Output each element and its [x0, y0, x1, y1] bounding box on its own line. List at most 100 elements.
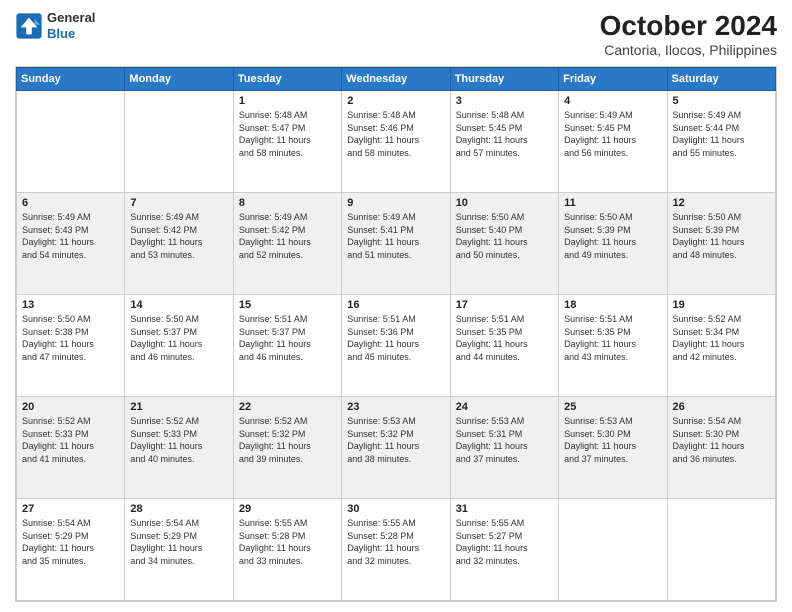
table-row: 14 Sunrise: 5:50 AM Sunset: 5:37 PM Dayli… [125, 295, 233, 397]
day-number: 20 [22, 401, 119, 413]
day-number: 29 [239, 503, 336, 515]
table-row: 25Sunrise: 5:53 AM Sunset: 5:30 PM Dayli… [559, 397, 667, 499]
table-row: 20 Sunrise: 5:52 AM Sunset: 5:33 PM Dayli… [17, 397, 125, 499]
day-number: 16 [347, 299, 444, 311]
table-row: 7Sunrise: 5:49 AM Sunset: 5:42 PM Daylig… [125, 193, 233, 295]
day-number: 3 [456, 95, 553, 107]
day-info: Sunrise: 5:55 AM Sunset: 5:27 PM Dayligh… [456, 517, 553, 567]
header-thursday: Thursday [450, 68, 558, 91]
day-info: Sunrise: 5:49 AM Sunset: 5:45 PM Dayligh… [564, 109, 661, 159]
day-info: Sunrise: 5:48 AM Sunset: 5:45 PM Dayligh… [456, 109, 553, 159]
table-row: 2Sunrise: 5:48 AM Sunset: 5:46 PM Daylig… [342, 91, 450, 193]
table-row: 1 Sunrise: 5:48 AM Sunset: 5:47 PM Daylig… [233, 91, 341, 193]
logo-line2: Blue [47, 26, 75, 41]
header-friday: Friday [559, 68, 667, 91]
table-row: 29 Sunrise: 5:55 AM Sunset: 5:28 PM Dayli… [233, 499, 341, 601]
day-number: 17 [456, 299, 553, 311]
day-number: 11 [564, 197, 661, 209]
day-info: Sunrise: 5:50 AM Sunset: 5:39 PM Dayligh… [673, 211, 770, 261]
day-number: 2 [347, 95, 444, 107]
table-row: 24Sunrise: 5:53 AM Sunset: 5:31 PM Dayli… [450, 397, 558, 499]
table-row: 27Sunrise: 5:54 AM Sunset: 5:29 PM Dayli… [17, 499, 125, 601]
day-info: Sunrise: 5:50 AM Sunset: 5:38 PM Dayligh… [22, 313, 119, 363]
table-row: 3 Sunrise: 5:48 AM Sunset: 5:45 PM Daylig… [450, 91, 558, 193]
table-row: 11 Sunrise: 5:50 AM Sunset: 5:39 PM Dayli… [559, 193, 667, 295]
day-info: Sunrise: 5:49 AM Sunset: 5:42 PM Dayligh… [130, 211, 227, 261]
day-number: 12 [673, 197, 770, 209]
logo: General Blue [15, 10, 95, 41]
weekday-header-row: Sunday Monday Tuesday Wednesday Thursday… [17, 68, 776, 91]
table-row [559, 499, 667, 601]
table-row: 23 Sunrise: 5:53 AM Sunset: 5:32 PM Dayli… [342, 397, 450, 499]
table-row [17, 91, 125, 193]
day-info: Sunrise: 5:55 AM Sunset: 5:28 PM Dayligh… [239, 517, 336, 567]
day-info: Sunrise: 5:52 AM Sunset: 5:34 PM Dayligh… [673, 313, 770, 363]
day-number: 28 [130, 503, 227, 515]
header: General Blue October 2024 Cantoria, Iloc… [15, 10, 777, 58]
day-info: Sunrise: 5:51 AM Sunset: 5:36 PM Dayligh… [347, 313, 444, 363]
header-tuesday: Tuesday [233, 68, 341, 91]
day-number: 6 [22, 197, 119, 209]
logo-text: General Blue [47, 10, 95, 41]
day-info: Sunrise: 5:49 AM Sunset: 5:41 PM Dayligh… [347, 211, 444, 261]
table-row: 31 Sunrise: 5:55 AM Sunset: 5:27 PM Dayli… [450, 499, 558, 601]
day-number: 10 [456, 197, 553, 209]
header-sunday: Sunday [17, 68, 125, 91]
table-row: 8 Sunrise: 5:49 AM Sunset: 5:42 PM Daylig… [233, 193, 341, 295]
day-info: Sunrise: 5:53 AM Sunset: 5:32 PM Dayligh… [347, 415, 444, 465]
day-number: 9 [347, 197, 444, 209]
calendar-week-row: 6 Sunrise: 5:49 AM Sunset: 5:43 PM Daylig… [17, 193, 776, 295]
title-section: October 2024 Cantoria, Ilocos, Philippin… [600, 10, 777, 58]
day-info: Sunrise: 5:52 AM Sunset: 5:33 PM Dayligh… [22, 415, 119, 465]
day-info: Sunrise: 5:52 AM Sunset: 5:32 PM Dayligh… [239, 415, 336, 465]
table-row: 15Sunrise: 5:51 AM Sunset: 5:37 PM Dayli… [233, 295, 341, 397]
table-row: 13 Sunrise: 5:50 AM Sunset: 5:38 PM Dayli… [17, 295, 125, 397]
table-row: 10 Sunrise: 5:50 AM Sunset: 5:40 PM Dayli… [450, 193, 558, 295]
day-info: Sunrise: 5:54 AM Sunset: 5:30 PM Dayligh… [673, 415, 770, 465]
day-number: 23 [347, 401, 444, 413]
header-monday: Monday [125, 68, 233, 91]
day-number: 5 [673, 95, 770, 107]
table-row: 18Sunrise: 5:51 AM Sunset: 5:35 PM Dayli… [559, 295, 667, 397]
logo-icon [15, 12, 43, 40]
day-number: 8 [239, 197, 336, 209]
table-row: 22 Sunrise: 5:52 AM Sunset: 5:32 PM Dayli… [233, 397, 341, 499]
day-number: 22 [239, 401, 336, 413]
day-number: 26 [673, 401, 770, 413]
day-info: Sunrise: 5:49 AM Sunset: 5:44 PM Dayligh… [673, 109, 770, 159]
day-info: Sunrise: 5:49 AM Sunset: 5:42 PM Dayligh… [239, 211, 336, 261]
day-info: Sunrise: 5:51 AM Sunset: 5:35 PM Dayligh… [456, 313, 553, 363]
day-info: Sunrise: 5:50 AM Sunset: 5:39 PM Dayligh… [564, 211, 661, 261]
day-number: 25 [564, 401, 661, 413]
day-number: 31 [456, 503, 553, 515]
table-row [125, 91, 233, 193]
day-number: 15 [239, 299, 336, 311]
day-info: Sunrise: 5:49 AM Sunset: 5:43 PM Dayligh… [22, 211, 119, 261]
day-number: 13 [22, 299, 119, 311]
page: General Blue October 2024 Cantoria, Iloc… [0, 0, 792, 612]
day-number: 1 [239, 95, 336, 107]
day-info: Sunrise: 5:48 AM Sunset: 5:47 PM Dayligh… [239, 109, 336, 159]
day-number: 27 [22, 503, 119, 515]
table-row: 21Sunrise: 5:52 AM Sunset: 5:33 PM Dayli… [125, 397, 233, 499]
month-title: October 2024 [600, 10, 777, 42]
day-number: 19 [673, 299, 770, 311]
table-row: 6 Sunrise: 5:49 AM Sunset: 5:43 PM Daylig… [17, 193, 125, 295]
table-row: 12 Sunrise: 5:50 AM Sunset: 5:39 PM Dayli… [667, 193, 775, 295]
calendar-week-row: 13 Sunrise: 5:50 AM Sunset: 5:38 PM Dayli… [17, 295, 776, 397]
day-info: Sunrise: 5:50 AM Sunset: 5:40 PM Dayligh… [456, 211, 553, 261]
day-info: Sunrise: 5:55 AM Sunset: 5:28 PM Dayligh… [347, 517, 444, 567]
day-info: Sunrise: 5:54 AM Sunset: 5:29 PM Dayligh… [130, 517, 227, 567]
header-wednesday: Wednesday [342, 68, 450, 91]
day-info: Sunrise: 5:51 AM Sunset: 5:35 PM Dayligh… [564, 313, 661, 363]
day-number: 30 [347, 503, 444, 515]
table-row: 26 Sunrise: 5:54 AM Sunset: 5:30 PM Dayli… [667, 397, 775, 499]
day-info: Sunrise: 5:50 AM Sunset: 5:37 PM Dayligh… [130, 313, 227, 363]
day-number: 14 [130, 299, 227, 311]
calendar: Sunday Monday Tuesday Wednesday Thursday… [15, 66, 777, 602]
table-row: 9 Sunrise: 5:49 AM Sunset: 5:41 PM Daylig… [342, 193, 450, 295]
table-row: 5 Sunrise: 5:49 AM Sunset: 5:44 PM Daylig… [667, 91, 775, 193]
calendar-week-row: 20 Sunrise: 5:52 AM Sunset: 5:33 PM Dayli… [17, 397, 776, 499]
day-info: Sunrise: 5:53 AM Sunset: 5:31 PM Dayligh… [456, 415, 553, 465]
location-subtitle: Cantoria, Ilocos, Philippines [600, 42, 777, 58]
